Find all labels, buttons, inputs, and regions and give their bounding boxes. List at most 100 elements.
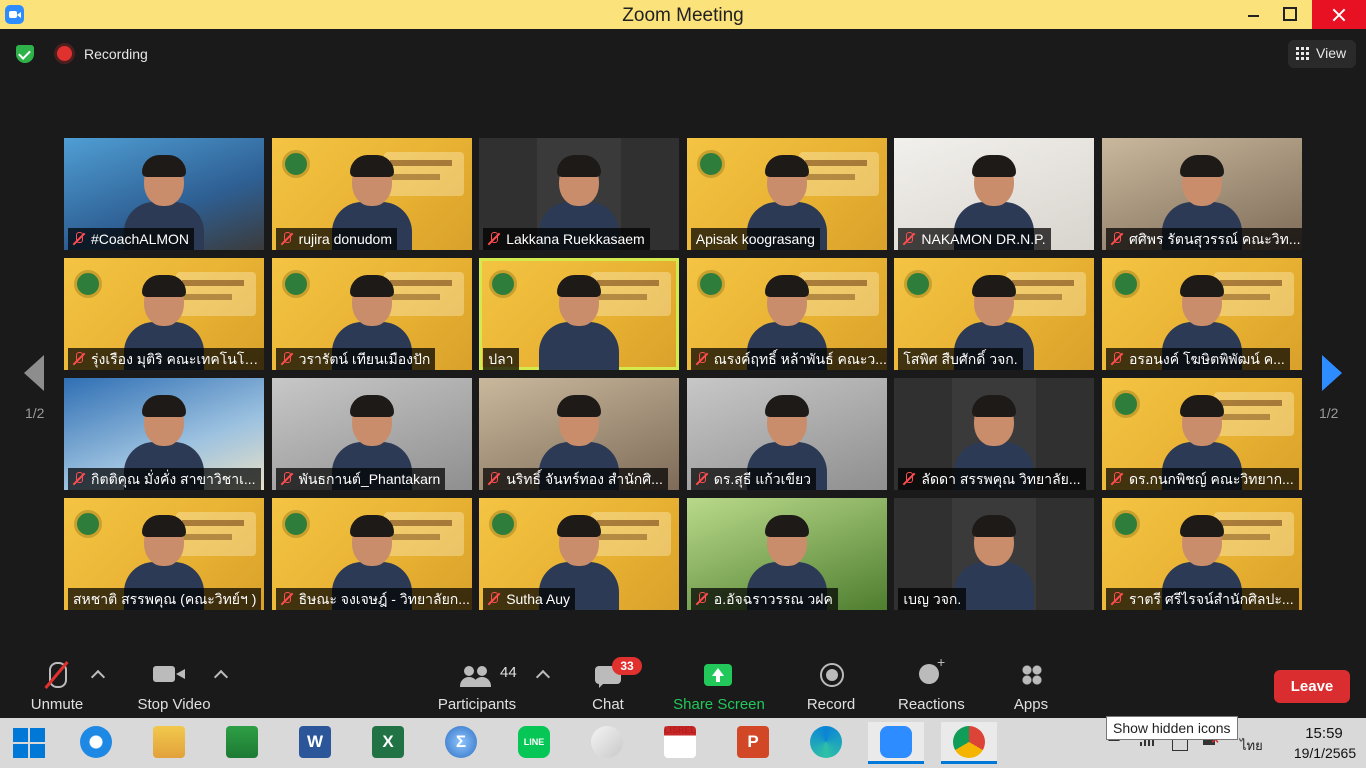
taskbar-file-explorer-button[interactable] (141, 722, 197, 764)
reactions-button[interactable]: Reactions (898, 650, 965, 716)
participant-video-tile[interactable]: วรารัตน์ เทียนเมืองปัก (271, 258, 472, 370)
mic-muted-icon (1111, 232, 1123, 246)
taskbar-excel-button[interactable]: X (360, 722, 416, 764)
university-seal-icon (281, 270, 310, 298)
university-seal-icon (904, 270, 933, 298)
next-page-button[interactable]: 1/2 (1310, 355, 1350, 435)
mic-muted-icon (281, 232, 293, 246)
participant-name: ลัดดา สรรพคุณ วิทยาลัย... (921, 471, 1081, 487)
record-label: Record (806, 696, 856, 713)
taskbar-zoom-button[interactable] (868, 722, 924, 764)
participant-video-tile[interactable]: ธิษณะ จงเจษฎ์ - วิทยาลัยก... (271, 498, 472, 610)
participant-name: ณรงค์ฤทธิ์ หล้าพันธ์ คณะว... (713, 351, 887, 367)
mic-muted-icon (488, 232, 500, 246)
leave-button[interactable]: Leave (1274, 670, 1350, 703)
participant-name: อรอนงค์ โฆษิตพิพัฒน์ ค... (1128, 351, 1285, 367)
taskbar-internet-explorer-button[interactable]: e (68, 722, 124, 764)
participant-video-tile[interactable]: Sutha Auy (479, 498, 680, 610)
participant-video-tile[interactable]: รุ่งเรือง มุติริ คณะเทคโนโลย... (64, 258, 264, 370)
taskbar-powerpoint-button[interactable]: P (725, 722, 781, 764)
participant-video-tile[interactable]: นริทธิ์ จันทร์ทอง สำนักศิ... (479, 378, 680, 490)
clock-date[interactable]: 19/1/2565 (1290, 745, 1360, 761)
share-screen-button[interactable]: Share Screen (673, 650, 765, 716)
taskbar-line-button[interactable]: LINE (506, 722, 562, 764)
participant-video-tile[interactable]: Lakkana Ruekkasaem (479, 138, 680, 250)
participant-video-tile[interactable]: โสพิศ สืบศักดิ์ วจก. (894, 258, 1095, 370)
excel-icon: X (372, 726, 404, 758)
stop-video-label: Stop Video (137, 696, 211, 713)
participant-video-tile[interactable]: อรอนงค์ โฆษิตพิพัฒน์ ค... (1101, 258, 1302, 370)
participant-name-tag: rujira donudom (275, 228, 397, 250)
participant-name-tag: ศศิพร รัตนสุวรรณ์ คณะวิท... (1105, 228, 1302, 250)
participant-name: Apisak koograsang (695, 231, 815, 247)
participant-name: สหชาติ สรรพคุณ (คณะวิทย์ฯ ) (73, 591, 257, 607)
participant-video-tile[interactable]: rujira donudom (271, 138, 472, 250)
mic-muted-icon (903, 232, 915, 246)
mic-muted-icon (1111, 592, 1123, 606)
participant-video-tile[interactable]: Apisak koograsang (686, 138, 887, 250)
smiley-plus-icon (919, 654, 945, 684)
recording-label: Recording (84, 46, 148, 62)
participant-video-tile[interactable]: สหชาติ สรรพคุณ (คณะวิทย์ฯ ) (64, 498, 264, 610)
taskbar-word-button[interactable]: W (287, 722, 343, 764)
record-button[interactable]: Record (802, 650, 860, 716)
maximize-button[interactable] (1266, 0, 1312, 29)
participants-button[interactable]: 44 Participants (432, 650, 522, 716)
participant-video-tile[interactable]: NAKAMON DR.N.P. (894, 138, 1095, 250)
participant-video-tile[interactable]: #CoachALMON (64, 138, 264, 250)
word-icon-letter: W (306, 732, 324, 751)
view-label: View (1316, 45, 1347, 61)
participant-video-tile[interactable]: กิตติคุณ มั่งคั่ง สาขาวิชาเ... (64, 378, 264, 490)
line-icon: LINE (518, 726, 550, 758)
participant-name-tag: #CoachALMON (68, 228, 195, 250)
participant-video-tile[interactable]: อ.อัจฉราวรรณ วฝค (686, 498, 887, 610)
taskbar-paint-button[interactable] (579, 722, 635, 764)
participant-name-tag: NAKAMON DR.N.P. (898, 228, 1051, 250)
apps-icon (1022, 665, 1042, 685)
participant-name: Lakkana Ruekkasaem (506, 231, 645, 247)
clock-time[interactable]: 15:59 (1296, 725, 1352, 742)
windows-start-icon[interactable] (13, 728, 45, 758)
participant-video-tile[interactable]: ณรงค์ฤทธิ์ หล้าพันธ์ คณะว... (686, 258, 887, 370)
participant-video-tile[interactable]: ปลา (479, 258, 680, 370)
stop-video-button[interactable]: Stop Video (130, 650, 218, 716)
participant-video-tile[interactable]: ลัดดา สรรพคุณ วิทยาลัย... (894, 378, 1095, 490)
university-seal-icon (281, 510, 310, 538)
previous-page-button[interactable]: 1/2 (16, 355, 56, 435)
participant-name: ศศิพร รัตนสุวรรณ์ คณะวิท... (1128, 231, 1301, 247)
participant-name: ดร.กนกพิชญ์ คณะวิทยาก... (1128, 471, 1294, 487)
word-icon: W (299, 726, 331, 758)
participant-video-tile[interactable]: เบญ วจก. (894, 498, 1095, 610)
view-button[interactable]: View (1288, 40, 1356, 68)
file-explorer-icon (153, 726, 185, 758)
lisrel-icon-letter: LISREL (664, 725, 697, 735)
close-button[interactable] (1312, 0, 1366, 29)
chevron-left-icon (24, 355, 44, 391)
participant-name-tag: ดร.สุธี แก้วเขียว (690, 468, 817, 490)
participant-video-tile[interactable]: ดร.กนกพิชญ์ คณะวิทยาก... (1101, 378, 1302, 490)
unmute-button[interactable]: Unmute (15, 650, 99, 716)
taskbar-edge-button[interactable] (798, 722, 854, 764)
participant-video-tile[interactable]: ดร.สุธี แก้วเขียว (686, 378, 887, 490)
participant-video-tile[interactable]: ราตรี ศรีไรจน์สำนักศิลปะ... (1101, 498, 1302, 610)
mic-muted-icon (281, 352, 293, 366)
participant-name-tag: พันธกานต์_Phantakarn (275, 468, 446, 490)
participant-video-tile[interactable]: พันธกานต์_Phantakarn (271, 378, 472, 490)
participant-video-tile[interactable]: ศศิพร รัตนสุวรรณ์ คณะวิท... (1101, 138, 1302, 250)
mic-muted-icon (1111, 472, 1123, 486)
participants-options-caret[interactable] (535, 669, 551, 685)
taskbar-chrome-button[interactable] (941, 722, 997, 764)
video-camera-icon (153, 666, 185, 682)
share-screen-icon (704, 664, 732, 686)
taskbar-lisrel-button[interactable]: LISREL (652, 722, 708, 764)
apps-button[interactable]: Apps (1000, 650, 1062, 716)
input-language[interactable]: ไทย (1240, 735, 1263, 756)
taskbar-calculator-button[interactable]: Σ (433, 722, 489, 764)
chat-button[interactable]: 33 Chat (577, 650, 642, 716)
participant-figure (539, 275, 620, 370)
participant-name-tag: ราตรี ศรีไรจน์สำนักศิลปะ... (1105, 588, 1299, 610)
taskbar-microsoft-store-button[interactable] (214, 722, 270, 764)
participant-name-tag: ธิษณะ จงเจษฎ์ - วิทยาลัยก... (275, 588, 472, 610)
internet-explorer-icon-letter: e (91, 732, 101, 751)
encryption-shield-icon[interactable] (16, 45, 34, 63)
